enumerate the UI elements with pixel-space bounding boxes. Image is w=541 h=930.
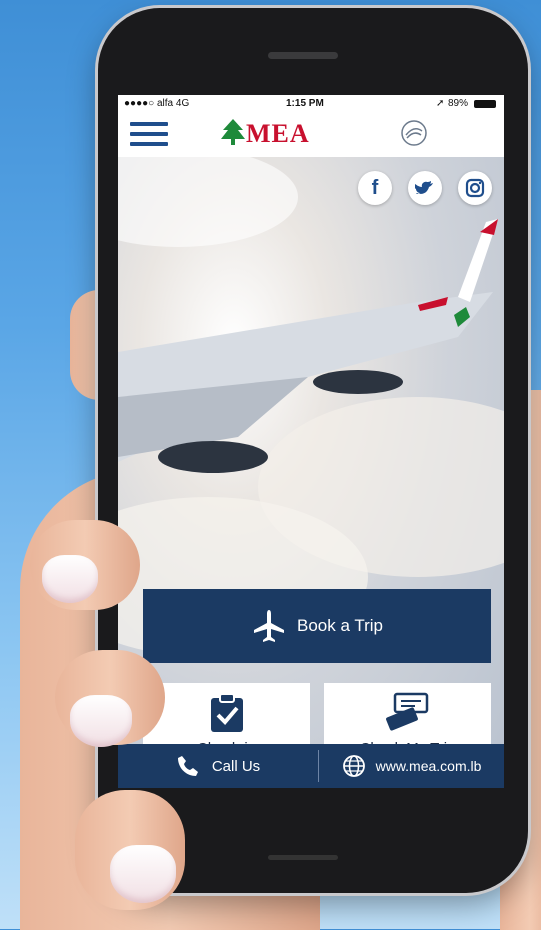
skyteam-logo-icon [401, 120, 427, 146]
location-arrow-icon: ➚ [436, 98, 445, 109]
clipboard-check-icon [210, 693, 243, 732]
book-trip-button[interactable]: Book a Trip [143, 589, 491, 663]
fingernail-ring [110, 845, 176, 903]
facebook-icon[interactable]: f [358, 171, 392, 205]
airplane-icon [254, 610, 284, 642]
phone-home-indicator [268, 855, 338, 860]
fingernail-index [42, 555, 98, 603]
mea-logo-text: MEA [246, 119, 310, 148]
hero-sky-image: f Book a Trip Check-in [118, 157, 504, 788]
footer-bar: Call Us www.mea.com.lb [118, 744, 504, 788]
boarding-pass-icon [385, 692, 428, 731]
globe-icon [342, 755, 365, 777]
phone-icon [177, 756, 198, 776]
status-time: 1:15 PM [286, 98, 324, 109]
website-link[interactable]: www.mea.com.lb [319, 744, 504, 788]
status-bar: ●●●●○ alfa 4G 1:15 PM ➚ 89% [118, 95, 504, 113]
fingernail-middle [70, 695, 132, 747]
book-trip-label: Book a Trip [297, 616, 383, 635]
call-us-button[interactable]: Call Us [118, 744, 318, 788]
phone-speaker [268, 52, 338, 59]
website-url: www.mea.com.lb [375, 758, 482, 774]
battery-percent: 89% [448, 98, 469, 109]
cedar-logo-icon [221, 119, 245, 145]
call-us-label: Call Us [211, 757, 261, 775]
battery-icon [474, 100, 496, 108]
app-screen: ●●●●○ alfa 4G 1:15 PM ➚ 89% MEA f Book a… [118, 95, 504, 788]
carrier-signal: ●●●●○ alfa 4G [124, 98, 190, 109]
app-header: MEA [118, 113, 504, 158]
instagram-icon[interactable] [458, 171, 492, 205]
hamburger-menu-icon[interactable] [130, 122, 168, 148]
twitter-icon[interactable] [408, 171, 442, 205]
